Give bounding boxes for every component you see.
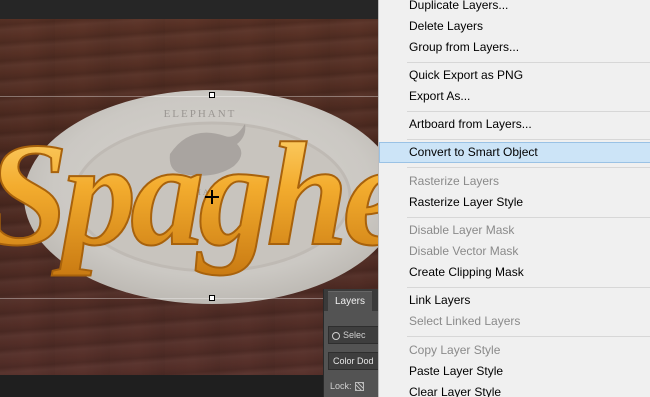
menu-disable-vector-mask[interactable]: Disable Vector Mask xyxy=(379,241,650,262)
menu-group-from-layers[interactable]: Group from Layers... xyxy=(379,37,650,58)
canvas-top-bar xyxy=(0,0,378,19)
spaghetti-lettering: Spaghe xyxy=(0,113,378,277)
search-icon xyxy=(332,331,340,340)
menu-separator xyxy=(407,167,650,168)
layers-tab-bar: Layers xyxy=(324,289,379,311)
menu-paste-layer-style[interactable]: Paste Layer Style xyxy=(379,361,650,382)
menu-artboard-from-layers[interactable]: Artboard from Layers... xyxy=(379,114,650,135)
menu-separator xyxy=(407,217,650,218)
layer-filter-search[interactable]: Selec xyxy=(328,326,379,344)
menu-separator xyxy=(407,287,650,288)
layer-context-menu: Duplicate Layers... Delete Layers Group … xyxy=(378,0,650,397)
menu-select-linked-layers[interactable]: Select Linked Layers xyxy=(379,311,650,332)
lock-label: Lock: xyxy=(330,381,352,391)
menu-separator xyxy=(407,139,650,140)
menu-duplicate-layers[interactable]: Duplicate Layers... xyxy=(379,0,650,16)
lock-row: Lock: xyxy=(330,381,364,392)
menu-clear-layer-style[interactable]: Clear Layer Style xyxy=(379,382,650,397)
menu-separator xyxy=(407,336,650,337)
plate-artwork: ELEPHANT WHALE Spaghe xyxy=(0,90,378,304)
menu-rasterize-layer-style[interactable]: Rasterize Layer Style xyxy=(379,192,650,213)
menu-create-clipping-mask[interactable]: Create Clipping Mask xyxy=(379,262,650,283)
menu-separator xyxy=(407,62,650,63)
lock-transparent-pixels-icon[interactable] xyxy=(354,382,364,392)
menu-delete-layers[interactable]: Delete Layers xyxy=(379,16,650,37)
layers-panel: Layers Selec Color Dod Lock: xyxy=(323,289,379,397)
filter-placeholder: Selec xyxy=(343,330,366,340)
transform-handle-top[interactable] xyxy=(209,92,215,98)
menu-copy-layer-style[interactable]: Copy Layer Style xyxy=(379,340,650,361)
blend-mode-select[interactable]: Color Dod xyxy=(328,352,379,370)
menu-convert-to-smart-object[interactable]: Convert to Smart Object xyxy=(379,142,650,163)
menu-export-as[interactable]: Export As... xyxy=(379,86,650,107)
menu-quick-export-png[interactable]: Quick Export as PNG xyxy=(379,65,650,86)
document-canvas[interactable]: ELEPHANT WHALE Spaghe xyxy=(0,0,378,375)
menu-separator xyxy=(407,111,650,112)
transform-center-icon[interactable] xyxy=(205,190,219,204)
menu-link-layers[interactable]: Link Layers xyxy=(379,290,650,311)
transform-handle-bottom[interactable] xyxy=(209,295,215,301)
menu-rasterize-layers[interactable]: Rasterize Layers xyxy=(379,171,650,192)
guide-bottom xyxy=(0,298,323,299)
menu-disable-layer-mask[interactable]: Disable Layer Mask xyxy=(379,220,650,241)
guide-top xyxy=(0,96,378,97)
tab-layers[interactable]: Layers xyxy=(328,291,373,311)
